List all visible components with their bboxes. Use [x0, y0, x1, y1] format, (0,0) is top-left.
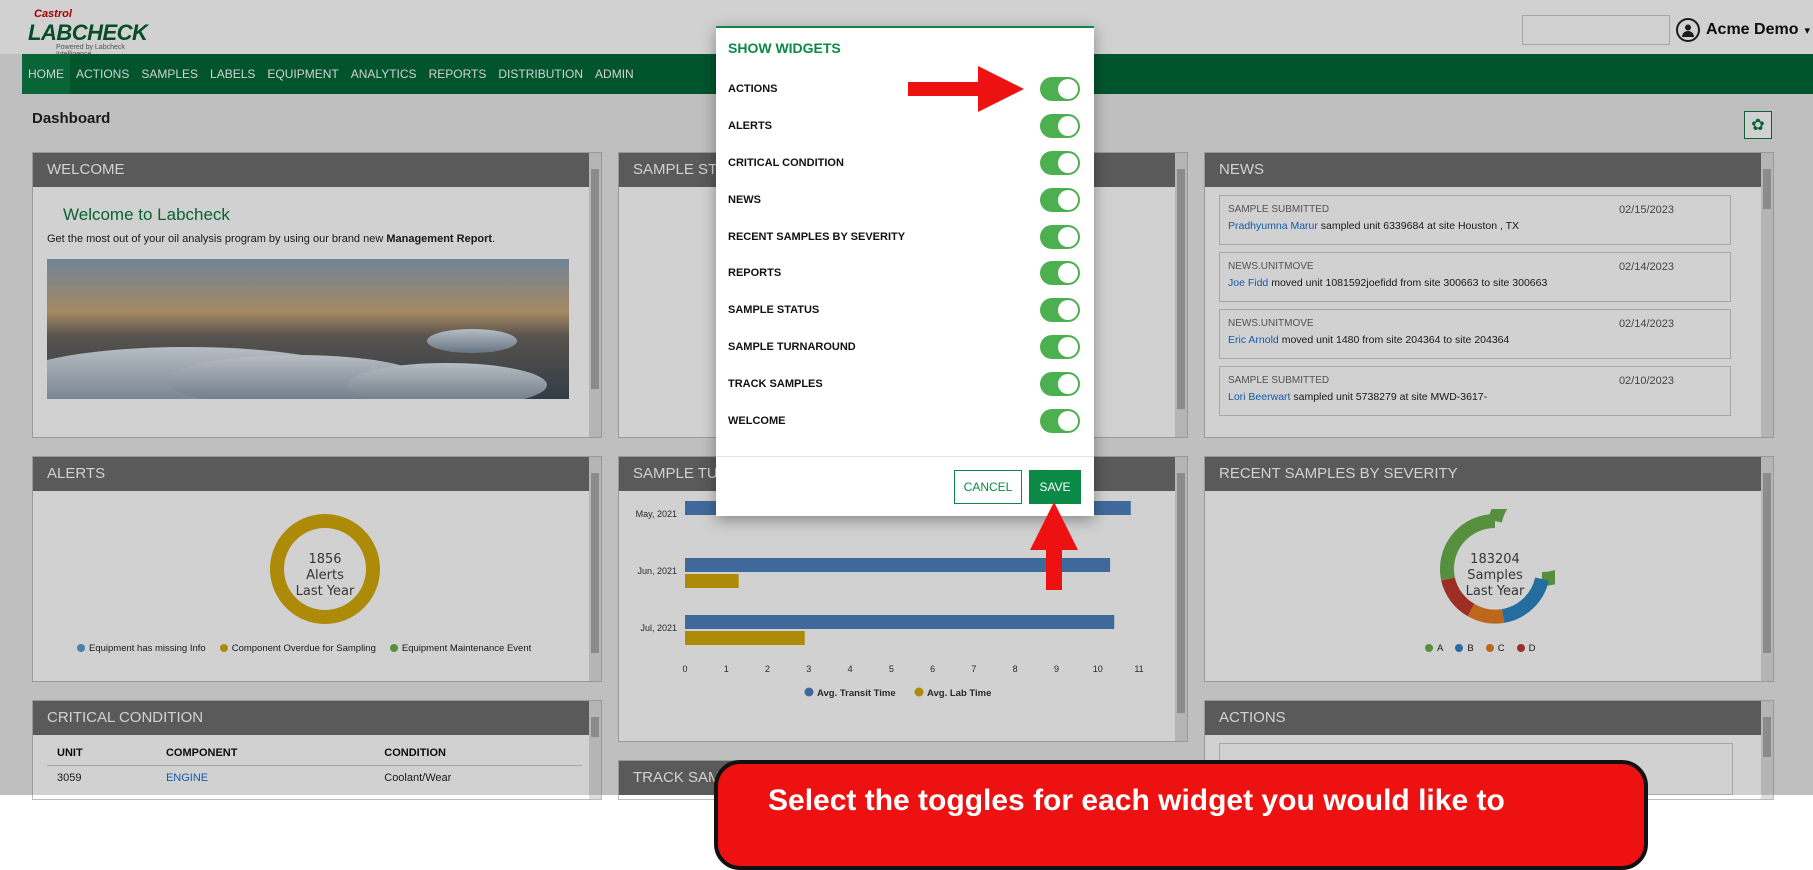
toggle-row-sample-turnaround: SAMPLE TURNAROUND: [728, 332, 1080, 362]
page: Castrol LABCHECK Powered by Labcheck Int…: [0, 0, 1813, 870]
cancel-button[interactable]: CANCEL: [954, 470, 1022, 504]
toggle-row-alerts: ALERTS: [728, 111, 1080, 141]
toggle-switch-recent-samples[interactable]: [1040, 225, 1080, 249]
show-widgets-modal: SHOW WIDGETS ACTIONS ALERTS CRITICAL CON…: [716, 26, 1094, 516]
toggle-row-reports: REPORTS: [728, 258, 1080, 288]
toggle-row-news: NEWS: [728, 185, 1080, 215]
save-button[interactable]: SAVE: [1029, 470, 1081, 504]
callout-text: Select the toggles for each widget you w…: [768, 784, 1505, 817]
toggle-switch-sample-turnaround[interactable]: [1040, 335, 1080, 359]
toggle-row-welcome: WELCOME: [728, 406, 1080, 436]
toggle-switch-sample-status[interactable]: [1040, 298, 1080, 322]
toggle-switch-alerts[interactable]: [1040, 114, 1080, 138]
toggle-row-sample-status: SAMPLE STATUS: [728, 295, 1080, 325]
toggle-switch-news[interactable]: [1040, 188, 1080, 212]
toggle-switch-actions[interactable]: [1040, 77, 1080, 101]
modal-title: SHOW WIDGETS: [728, 40, 841, 56]
toggle-switch-critical-condition[interactable]: [1040, 151, 1080, 175]
toggle-switch-track-samples[interactable]: [1040, 372, 1080, 396]
toggle-row-critical-condition: CRITICAL CONDITION: [728, 148, 1080, 178]
red-arrow-right-icon: [908, 66, 1024, 112]
toggle-switch-reports[interactable]: [1040, 261, 1080, 285]
toggle-row-recent-samples: RECENT SAMPLES BY SEVERITY: [728, 222, 1080, 252]
toggle-row-track-samples: TRACK SAMPLES: [728, 369, 1080, 399]
modal-divider: [716, 456, 1094, 457]
toggle-switch-welcome[interactable]: [1040, 409, 1080, 433]
instruction-callout: Select the toggles for each widget you w…: [714, 760, 1648, 870]
red-arrow-up-icon: [1030, 502, 1078, 590]
